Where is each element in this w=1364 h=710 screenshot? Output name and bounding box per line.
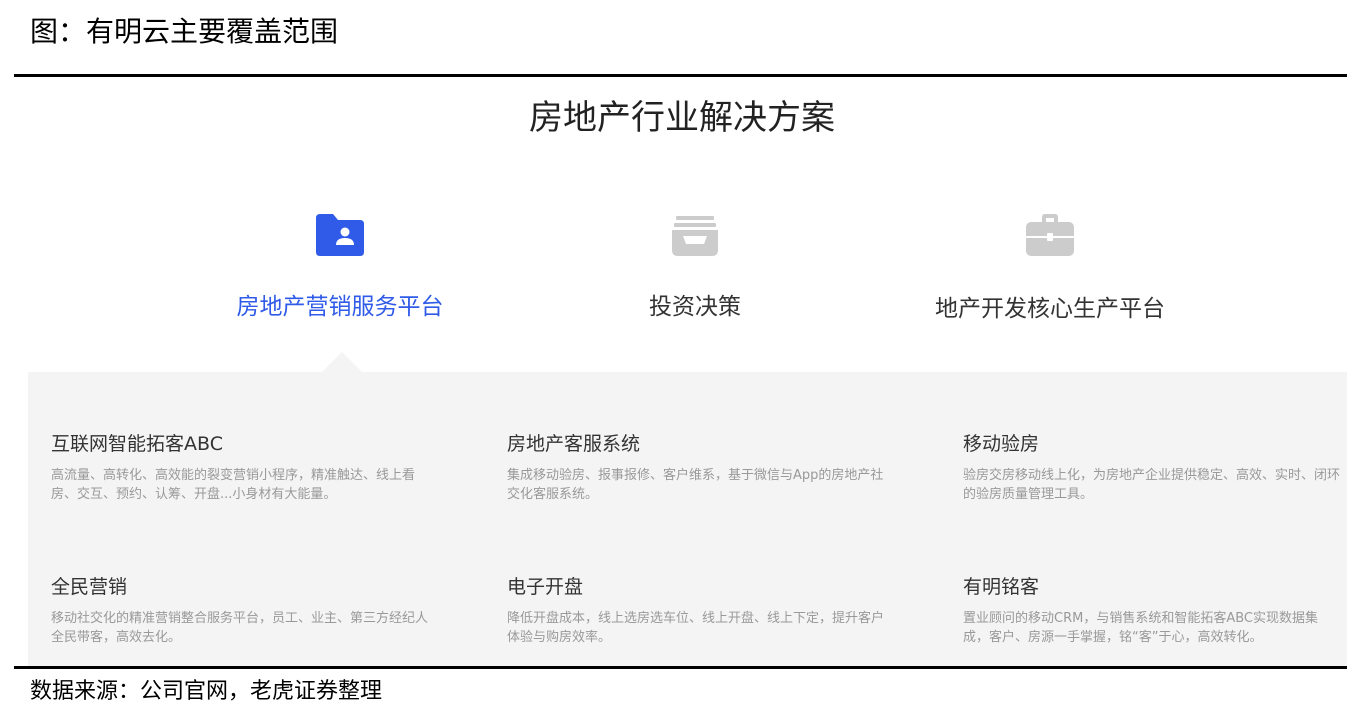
card-description: 移动社交化的精准营销整合服务平台，员工、业主、第三方经纪人全民带客，高效去化。 xyxy=(51,611,429,645)
tab-label: 地产开发核心生产平台 xyxy=(935,296,1165,322)
bottom-divider xyxy=(14,666,1347,669)
active-tab-pointer xyxy=(322,352,362,372)
solution-card[interactable]: 互联网智能拓客ABC 高流量、高转化、高效能的裂变营销小程序，精准触达、线上看房… xyxy=(51,430,431,504)
solution-card[interactable]: 全民营销 移动社交化的精准营销整合服务平台，员工、业主、第三方经纪人全民带客，高… xyxy=(51,573,431,647)
card-description: 降低开盘成本，线上选房选车位、线上开盘、线上下定，提升客户体验与购房效率。 xyxy=(507,611,885,645)
card-title: 互联网智能拓客ABC xyxy=(51,433,223,455)
solution-card[interactable]: 电子开盘 降低开盘成本，线上选房选车位、线上开盘、线上下定，提升客户体验与购房效… xyxy=(507,573,887,647)
tab-investment-decision[interactable]: 投资决策 xyxy=(535,212,855,324)
card-title: 全民营销 xyxy=(51,576,128,598)
card-description: 高流量、高转化、高效能的裂变营销小程序，精准触达、线上看房、交互、预约、认筹、开… xyxy=(51,468,416,502)
data-source-note: 数据来源：公司官网，老虎证券整理 xyxy=(30,679,383,704)
folder-user-icon xyxy=(314,212,366,260)
briefcase-icon xyxy=(1024,212,1076,260)
top-divider xyxy=(14,74,1347,77)
card-title: 移动验房 xyxy=(963,433,1040,455)
card-description: 集成移动验房、报事报修、客户维系，基于微信与App的房地产社交化客服系统。 xyxy=(507,468,884,502)
figure-caption: 图：有明云主要覆盖范围 xyxy=(30,15,339,48)
tab-label: 房地产营销服务平台 xyxy=(236,294,444,320)
tab-marketing-platform[interactable]: 房地产营销服务平台 xyxy=(180,212,500,324)
inbox-tray-icon xyxy=(669,212,721,260)
card-title: 电子开盘 xyxy=(507,576,584,598)
tab-label: 投资决策 xyxy=(649,294,741,320)
section-title: 房地产行业解决方案 xyxy=(529,98,835,138)
card-title: 有明铭客 xyxy=(963,576,1040,598)
solution-card[interactable]: 移动验房 验房交房移动线上化，为房地产企业提供稳定、高效、实时、闭环的验房质量管… xyxy=(963,430,1343,504)
solution-card[interactable]: 房地产客服系统 集成移动验房、报事报修、客户维系，基于微信与App的房地产社交化… xyxy=(507,430,887,504)
card-description: 置业顾问的移动CRM，与销售系统和智能拓客ABC实现数据集成，客户、房源一手掌握… xyxy=(963,611,1318,645)
card-description: 验房交房移动线上化，为房地产企业提供稳定、高效、实时、闭环的验房质量管理工具。 xyxy=(963,468,1341,502)
solution-card[interactable]: 有明铭客 置业顾问的移动CRM，与销售系统和智能拓客ABC实现数据集成，客户、房… xyxy=(963,573,1341,647)
tab-development-platform[interactable]: 地产开发核心生产平台 xyxy=(890,212,1210,326)
card-title: 房地产客服系统 xyxy=(507,433,641,455)
